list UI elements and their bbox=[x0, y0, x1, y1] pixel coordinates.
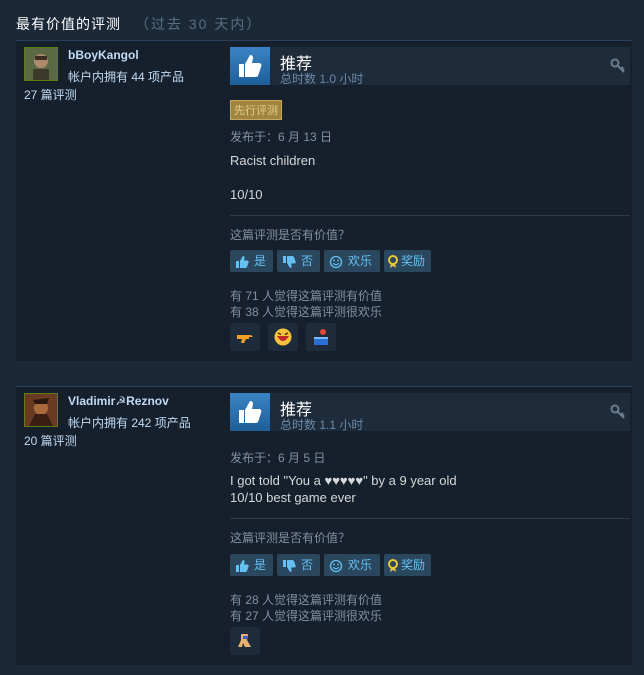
author-name-link[interactable]: Vladimir☭Reznov bbox=[68, 394, 169, 408]
vote-no-button[interactable]: 否 bbox=[277, 250, 320, 272]
review-card: Vladimir☭Reznov 帐户内拥有 242 项产品 20 篇评测 推荐 … bbox=[16, 386, 632, 665]
laughing-face-award-icon[interactable] bbox=[268, 323, 298, 351]
vote-header[interactable]: 推荐 总时数 1.0 小时 bbox=[230, 47, 630, 86]
thumbs-down-icon bbox=[282, 558, 296, 580]
vote-funny-button[interactable]: 欢乐 bbox=[324, 250, 380, 272]
divider bbox=[230, 518, 630, 519]
early-access-badge: 先行评测 bbox=[230, 100, 282, 120]
vote-no-label: 否 bbox=[301, 254, 314, 268]
vote-funny-label: 欢乐 bbox=[348, 254, 373, 268]
divider bbox=[230, 215, 630, 216]
playtime-label: 总时数 1.0 小时 bbox=[280, 72, 364, 86]
author-reviews-link[interactable]: 27 篇评测 bbox=[24, 86, 77, 103]
thumbs-up-icon bbox=[235, 254, 249, 276]
thumbs-up-icon bbox=[230, 393, 270, 431]
helpful-question: 这篇评测是否有价值？ bbox=[230, 531, 351, 545]
section-title: 最有价值的评测 bbox=[16, 16, 121, 32]
posted-date: 发布于：6 月 13 日 bbox=[230, 130, 333, 144]
vote-funny-button[interactable]: 欢乐 bbox=[324, 554, 380, 576]
thumbs-up-icon bbox=[230, 47, 270, 85]
vote-funny-label: 欢乐 bbox=[348, 558, 373, 572]
helpful-question: 这篇评测是否有价值？ bbox=[230, 228, 351, 242]
section-header: 最有价值的评测 （过去 30 天内） bbox=[16, 14, 628, 34]
vote-yes-label: 是 bbox=[254, 558, 267, 572]
award-button[interactable]: 奖励 bbox=[384, 250, 431, 272]
cowboy-award-icon[interactable] bbox=[230, 627, 260, 655]
vote-yes-button[interactable]: 是 bbox=[230, 250, 273, 272]
gun-award-icon[interactable] bbox=[230, 323, 260, 351]
award-label: 奖励 bbox=[401, 254, 426, 268]
funny-count: 有 38 人觉得这篇评测很欢乐 bbox=[230, 305, 383, 319]
review-card: bBoyKangol 帐户内拥有 44 项产品 27 篇评测 推荐 总时数 1.… bbox=[16, 40, 632, 361]
award-label: 奖励 bbox=[401, 558, 426, 572]
treasure-award-icon[interactable] bbox=[306, 323, 336, 351]
review-content: Racist children 10/10 bbox=[230, 153, 316, 202]
vote-no-button[interactable]: 否 bbox=[277, 554, 320, 576]
author-products-link[interactable]: 帐户内拥有 44 项产品 bbox=[68, 68, 184, 85]
vote-yes-button[interactable]: 是 bbox=[230, 554, 273, 576]
author-reviews-link[interactable]: 20 篇评测 bbox=[24, 432, 77, 449]
smiley-icon bbox=[329, 254, 343, 276]
section-subtitle: （过去 30 天内） bbox=[135, 16, 263, 32]
thumbs-up-icon bbox=[235, 558, 249, 580]
award-medal-icon bbox=[387, 254, 399, 276]
vote-header[interactable]: 推荐 总时数 1.1 小时 bbox=[230, 393, 630, 432]
vote-yes-label: 是 bbox=[254, 254, 267, 268]
helpful-count: 有 71 人觉得这篇评测有价值 bbox=[230, 289, 383, 303]
smiley-icon bbox=[329, 558, 343, 580]
avatar[interactable] bbox=[24, 393, 58, 427]
avatar[interactable] bbox=[24, 47, 58, 81]
key-icon bbox=[610, 58, 626, 79]
award-medal-icon bbox=[387, 558, 399, 580]
playtime-label: 总时数 1.1 小时 bbox=[280, 418, 364, 432]
award-button[interactable]: 奖励 bbox=[384, 554, 431, 576]
funny-count: 有 27 人觉得这篇评测很欢乐 bbox=[230, 609, 383, 623]
key-icon bbox=[610, 404, 626, 425]
posted-date: 发布于：6 月 5 日 bbox=[230, 451, 326, 465]
vote-no-label: 否 bbox=[301, 558, 314, 572]
helpful-count: 有 28 人觉得这篇评测有价值 bbox=[230, 593, 383, 607]
thumbs-down-icon bbox=[282, 254, 296, 276]
author-products-link[interactable]: 帐户内拥有 242 项产品 bbox=[68, 414, 191, 431]
author-name-link[interactable]: bBoyKangol bbox=[68, 48, 139, 62]
review-content: I got told "You a ♥♥♥♥♥" by a 9 year old… bbox=[230, 473, 457, 505]
